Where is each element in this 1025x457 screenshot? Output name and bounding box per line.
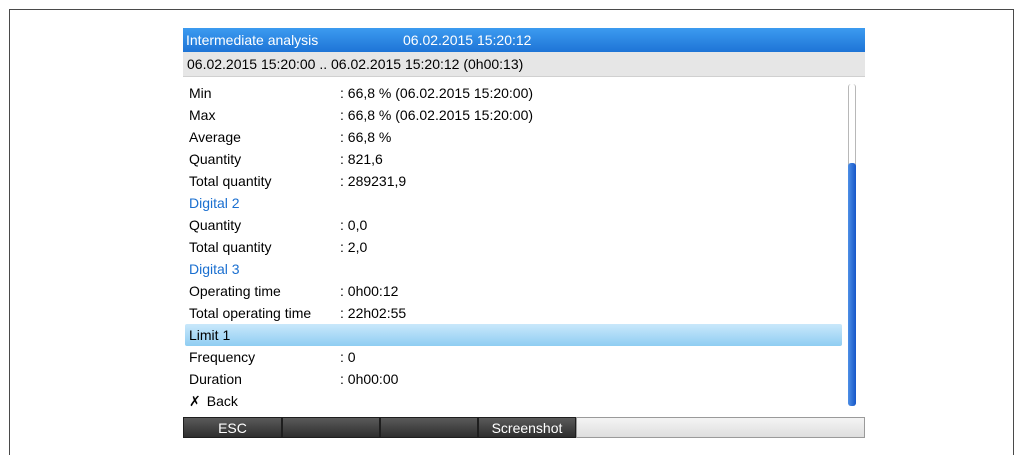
- softkey-2[interactable]: [282, 417, 380, 438]
- row-label: Max: [189, 107, 216, 123]
- row-value: : 821,6: [340, 151, 383, 167]
- row-value: : 66,8 % (06.02.2015 15:20:00): [340, 107, 534, 123]
- row-value: : 0,0: [340, 217, 368, 233]
- row-value: : 0h00:00: [340, 371, 399, 387]
- softkey-esc[interactable]: ESC: [183, 417, 282, 438]
- row-operating-time: Operating time : 0h00:12: [183, 280, 843, 302]
- row-value: : 0h00:12: [340, 283, 399, 299]
- row-value: : 66,8 %: [340, 129, 392, 145]
- row-value: : 0: [340, 349, 356, 365]
- section-label: Limit 1: [189, 327, 231, 343]
- row-total-quantity: Total quantity : 289231,9: [183, 170, 843, 192]
- x-icon: ✗: [189, 393, 201, 409]
- current-datetime: 06.02.2015 15:20:12: [403, 32, 532, 48]
- row-label: Frequency: [189, 349, 256, 365]
- softkey-bar: ESC Screenshot: [183, 417, 865, 438]
- row-average: Average : 66,8 %: [183, 126, 843, 148]
- row-label: Total quantity: [189, 239, 272, 255]
- row-quantity: Quantity : 821,6: [183, 148, 843, 170]
- row-quantity: Quantity : 0,0: [183, 214, 843, 236]
- row-label: Total quantity: [189, 173, 272, 189]
- back-item-content: ✗ Back: [189, 390, 238, 412]
- row-label: Operating time: [189, 283, 281, 299]
- row-value: : 289231,9: [340, 173, 407, 189]
- screen-title: Intermediate analysis: [186, 32, 319, 48]
- row-max: Max : 66,8 % (06.02.2015 15:20:00): [183, 104, 843, 126]
- scrollbar-thumb[interactable]: [848, 163, 856, 406]
- row-label: Average: [189, 129, 241, 145]
- row-label: Duration: [189, 371, 242, 387]
- row-value: : 66,8 % (06.02.2015 15:20:00): [340, 85, 534, 101]
- section-digital-3[interactable]: Digital 3: [183, 258, 843, 280]
- softkey-5[interactable]: [576, 417, 865, 438]
- row-value: : 2,0: [340, 239, 368, 255]
- softkey-screenshot[interactable]: Screenshot: [478, 417, 576, 438]
- row-total-quantity: Total quantity : 2,0: [183, 236, 843, 258]
- section-limit-1-selected[interactable]: Limit 1: [185, 324, 842, 346]
- row-duration: Duration : 0h00:00: [183, 368, 843, 390]
- analysis-range: 06.02.2015 15:20:00 .. 06.02.2015 15:20:…: [187, 56, 524, 72]
- row-label: Total operating time: [189, 305, 312, 321]
- row-value: : 22h02:55: [340, 305, 407, 321]
- row-label: Quantity: [189, 217, 242, 233]
- row-label: Quantity: [189, 151, 242, 167]
- row-min: Min : 66,8 % (06.02.2015 15:20:00): [183, 82, 843, 104]
- back-label: Back: [206, 393, 238, 409]
- section-label: Digital 2: [189, 195, 240, 211]
- section-label: Digital 3: [189, 261, 240, 277]
- section-digital-2[interactable]: Digital 2: [183, 192, 843, 214]
- row-label: Min: [189, 85, 212, 101]
- title-bar: Intermediate analysis 06.02.2015 15:20:1…: [183, 28, 865, 52]
- device-screen: Intermediate analysis 06.02.2015 15:20:1…: [183, 28, 865, 438]
- row-total-operating-time: Total operating time : 22h02:55: [183, 302, 843, 324]
- back-item[interactable]: ✗ Back: [183, 390, 843, 412]
- row-frequency: Frequency : 0: [183, 346, 843, 368]
- softkey-3[interactable]: [380, 417, 478, 438]
- analysis-range-bar: 06.02.2015 15:20:00 .. 06.02.2015 15:20:…: [183, 52, 865, 77]
- analysis-list[interactable]: Min : 66,8 % (06.02.2015 15:20:00) Max :…: [183, 82, 843, 412]
